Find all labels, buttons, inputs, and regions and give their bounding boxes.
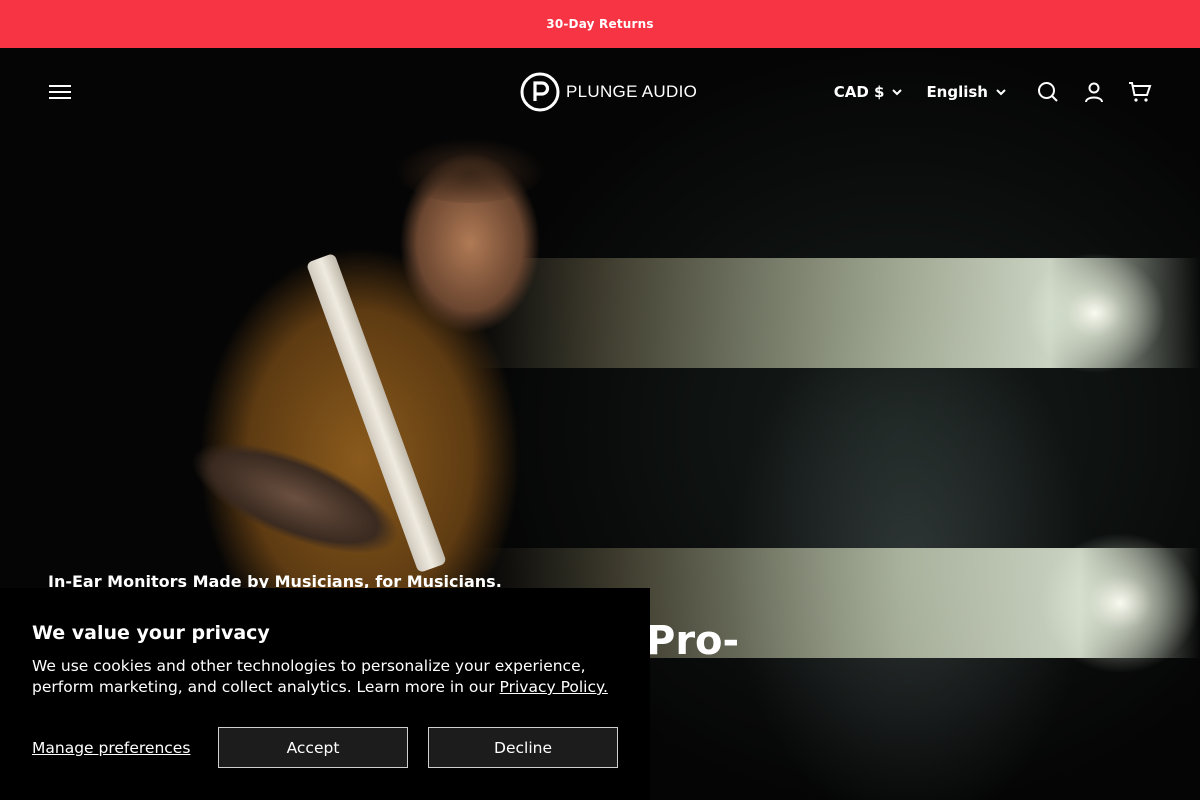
chevron-down-icon bbox=[892, 88, 903, 95]
language-selector[interactable]: English bbox=[926, 83, 1006, 101]
header-actions: CAD $ English bbox=[834, 80, 1152, 104]
accept-button[interactable]: Accept bbox=[218, 727, 408, 768]
announcement-text: 30-Day Returns bbox=[546, 17, 654, 31]
logo-icon bbox=[520, 72, 560, 112]
logo[interactable]: PLUNGE AUDIO bbox=[520, 72, 697, 112]
currency-selector[interactable]: CAD $ bbox=[834, 83, 903, 101]
announcement-bar: 30-Day Returns bbox=[0, 0, 1200, 48]
cookie-actions: Manage preferences Accept Decline bbox=[32, 727, 618, 768]
decline-button[interactable]: Decline bbox=[428, 727, 618, 768]
logo-text: PLUNGE AUDIO bbox=[566, 82, 698, 101]
chevron-down-icon bbox=[996, 88, 1006, 95]
cart-icon[interactable] bbox=[1128, 80, 1152, 104]
search-icon[interactable] bbox=[1036, 80, 1060, 104]
hero-figure-hair bbox=[395, 133, 545, 203]
account-icon[interactable] bbox=[1082, 80, 1106, 104]
language-label: English bbox=[926, 83, 988, 101]
manage-preferences-link[interactable]: Manage preferences bbox=[32, 739, 218, 757]
cookie-text: We use cookies and other technologies to… bbox=[32, 656, 618, 698]
cookie-title: We value your privacy bbox=[32, 622, 270, 644]
site-header: PLUNGE AUDIO CAD $ English bbox=[0, 48, 1200, 136]
cookie-banner: We value your privacy We use cookies and… bbox=[0, 588, 650, 800]
hero-title-visible: Pro- bbox=[646, 618, 740, 664]
privacy-policy-link[interactable]: Privacy Policy. bbox=[500, 678, 608, 696]
currency-label: CAD $ bbox=[833, 83, 885, 101]
menu-icon[interactable] bbox=[48, 82, 72, 102]
